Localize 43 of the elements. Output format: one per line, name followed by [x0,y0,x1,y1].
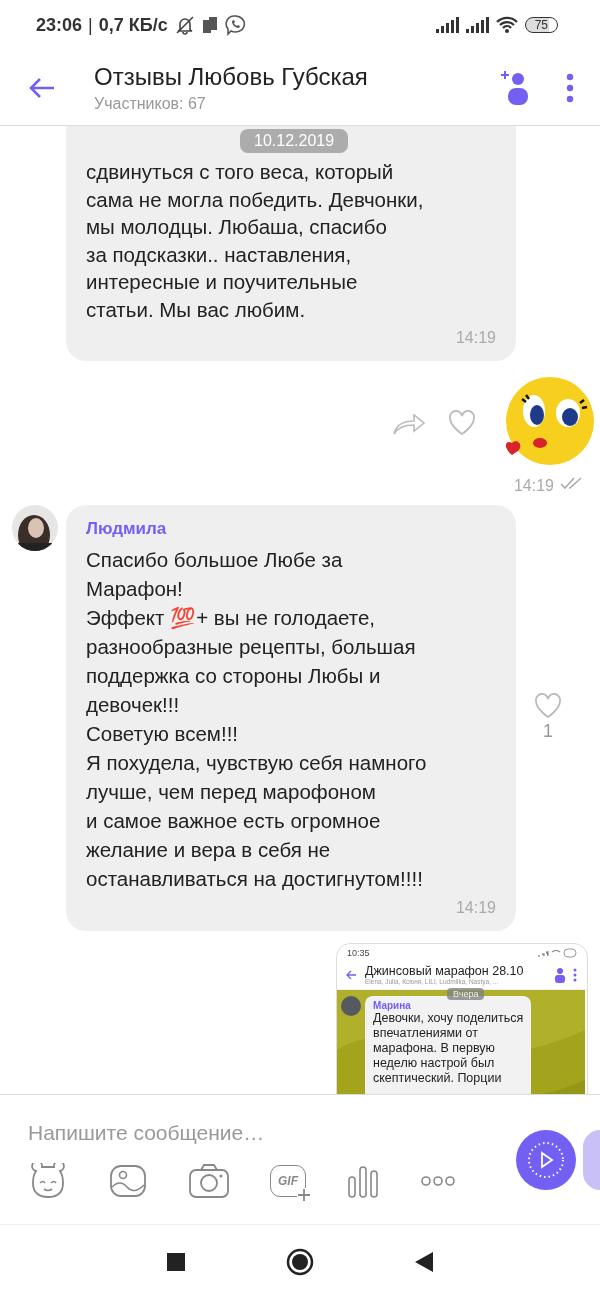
avatar[interactable] [12,505,58,551]
status-time: 23:06 [36,14,83,36]
more-icon[interactable] [420,1174,456,1187]
signal-icon [434,17,459,33]
network-speed: 0,7 КБ/с [98,14,168,36]
gallery-icon[interactable] [108,1162,148,1199]
status-time: 10:35 [347,948,370,958]
message-text: Девочки, хочу поделиться впечатлениями от марафона. В первую неделю настрой был скептический. Порции [373,1011,524,1086]
chat-title: Отзывы Любовь Губская [94,62,369,91]
camera-icon[interactable] [188,1162,230,1199]
message-time: 14:19 [513,477,554,495]
sender-name: Марина [373,1000,412,1011]
recents-icon[interactable] [166,1252,186,1272]
phone-bubble-icon [223,14,246,36]
message-time: 14:19 [455,899,496,917]
heart-icon[interactable] [534,693,562,719]
sticker-bear-icon[interactable] [28,1162,68,1199]
add-participant-icon [553,966,565,983]
wifi-icon [494,16,519,34]
home-icon[interactable] [286,1248,314,1276]
message-text: Спасибо большое Любе за Марафон! Эффект 💯+ вы не голодаете, разнообразные рецепты, большая поддержка со стороны Любы и девочек!!! Советую всем!!! Я похудела, чувствую себя намного лучше, чем перед марофоном и самое важное есть огромное желание и вера в себя не останавливаться на достигнутом!!!! [86,547,428,892]
message-text: сдвинуться с того веса, который сама не могла победить. Девчонки, мы молодцы. Любаша, спасибо за подсказки.. наставления, интересные и поучительные статьи. Мы вас любим. [86,159,425,323]
separator: | [88,14,93,36]
status-icons [537,948,577,958]
play-icon [527,1140,565,1179]
message-time: 14:19 [455,329,496,347]
participants-count: Участников: 67 [94,94,207,113]
date-chip: Вчера [447,988,485,1000]
sim-card-icon [201,16,218,34]
double-check-icon [560,476,584,490]
like-count: 1 [543,721,553,742]
sender-name: Людмила [86,519,168,539]
message-input[interactable]: Напишите сообщение… [28,1120,428,1145]
back-arrow-icon[interactable] [28,75,56,100]
heart-icon[interactable] [448,410,476,436]
signal-icon [464,17,489,33]
battery-indicator: 75 [524,17,558,33]
more-menu-icon[interactable] [566,72,574,103]
date-chip: 10.12.2019 [240,129,349,153]
back-icon[interactable] [414,1251,434,1273]
chat-title: Джинсовый марафон 28.10 [365,964,525,978]
more-menu-icon [573,967,577,982]
back-arrow-icon [345,969,357,980]
